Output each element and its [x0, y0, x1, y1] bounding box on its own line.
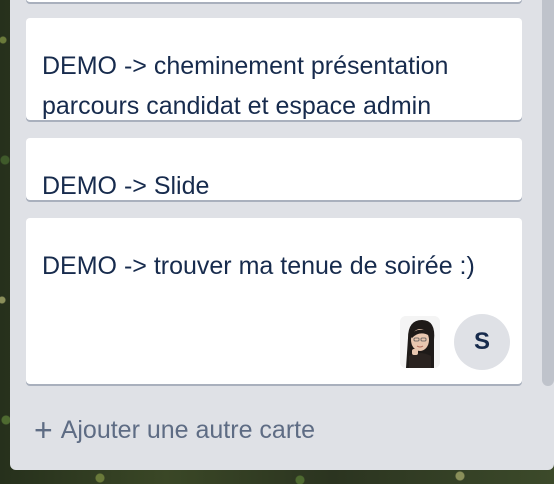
- card-title: DEMO -> cheminement présentation parcour…: [42, 52, 449, 120]
- card-partial[interactable]: [26, 0, 522, 2]
- person-photo-icon: [400, 316, 440, 368]
- card-slide[interactable]: DEMO -> Slide: [26, 138, 522, 200]
- list-scrollbar[interactable]: [542, 0, 554, 386]
- card-title: DEMO -> trouver ma tenue de soirée :): [42, 252, 475, 280]
- add-card-label: Ajouter une autre carte: [60, 415, 316, 444]
- plus-icon: +: [34, 412, 53, 448]
- card-tenue[interactable]: DEMO -> trouver ma tenue de soirée :) S: [26, 218, 522, 384]
- card-title: DEMO -> Slide: [42, 172, 210, 200]
- add-card-button[interactable]: + Ajouter une autre carte: [34, 414, 315, 446]
- list-column: DEMO -> cheminement présentation parcour…: [10, 0, 554, 470]
- card-members: S: [400, 314, 510, 370]
- avatar[interactable]: [400, 316, 440, 368]
- avatar-initial[interactable]: S: [454, 314, 510, 370]
- card-cheminement[interactable]: DEMO -> cheminement présentation parcour…: [26, 18, 522, 120]
